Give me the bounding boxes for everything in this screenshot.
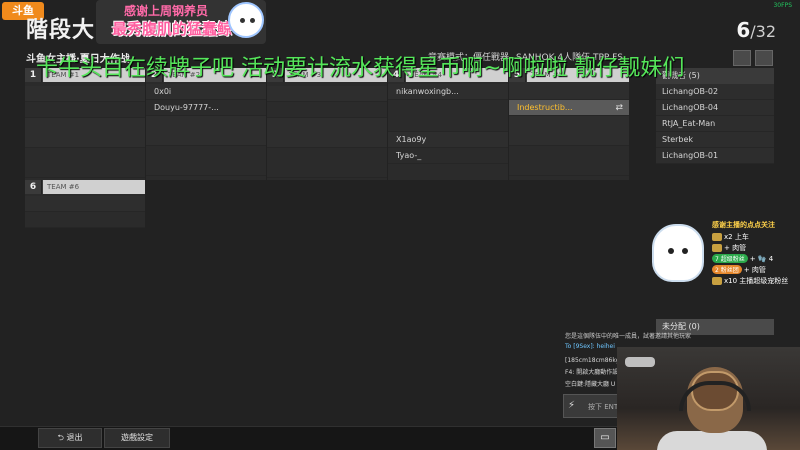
player-slot-highlighted[interactable]: Indestructib... ⇄ bbox=[509, 100, 629, 116]
lightning-icon[interactable]: ⚡ bbox=[568, 400, 575, 411]
sponsor-thanks-text: 感谢上周钢养员 bbox=[124, 4, 209, 18]
player-slot[interactable] bbox=[146, 116, 266, 146]
player-slot[interactable] bbox=[509, 146, 629, 176]
gift-title: 感谢主播的点点关注 bbox=[712, 221, 775, 229]
player-slot[interactable] bbox=[267, 118, 387, 148]
page-current: 6 bbox=[736, 18, 751, 42]
player-slot[interactable] bbox=[267, 86, 387, 102]
player-slot[interactable]: Douyu-97777-... bbox=[146, 100, 266, 116]
page-counter: 6/32 bbox=[736, 18, 776, 42]
player-slot[interactable] bbox=[25, 212, 145, 228]
mascot-icon bbox=[228, 2, 264, 38]
player-slot[interactable] bbox=[25, 86, 145, 102]
player-slot[interactable] bbox=[25, 148, 145, 178]
team-card-3[interactable]: 3 TEAM #3 bbox=[267, 68, 387, 180]
spectator-row[interactable]: LichangOB-01 bbox=[656, 148, 774, 164]
chat-whisper: To [9Sex]: heihei bbox=[565, 343, 615, 350]
gift-line: 2 粉丝团 + 肉管 bbox=[712, 265, 766, 275]
fan-badge: 2 粉丝团 bbox=[712, 265, 742, 274]
player-slot[interactable] bbox=[25, 196, 145, 212]
gift-line: x2 上车 bbox=[712, 232, 749, 242]
gift-line: 7 超级粉丝 + 🧤 4 bbox=[712, 254, 773, 263]
next-page-button[interactable] bbox=[755, 50, 773, 66]
player-slot[interactable] bbox=[388, 100, 508, 132]
team-name: TEAM #6 bbox=[43, 180, 145, 194]
prev-page-button[interactable] bbox=[733, 50, 751, 66]
chat-input[interactable]: ⚡ 按下 ENTER bbox=[563, 394, 627, 418]
webcam-feed bbox=[617, 347, 800, 450]
chat-line: 空白鍵:隱藏大廳 U bbox=[565, 381, 616, 388]
player-slot[interactable]: Tyao-_ bbox=[388, 148, 508, 164]
team-card-6[interactable]: 6 TEAM #6 bbox=[25, 180, 145, 228]
player-slot[interactable] bbox=[267, 102, 387, 118]
sponsor-name: 最秀腹肌的猛蠢鲸 bbox=[112, 20, 233, 38]
team-number: 6 bbox=[25, 180, 42, 194]
gift-icon bbox=[712, 233, 722, 241]
player-slot[interactable] bbox=[509, 82, 629, 100]
spectator-row[interactable]: LichangOB-02 bbox=[656, 84, 774, 100]
message-icon[interactable]: ▭ bbox=[594, 428, 616, 448]
mascot-icon bbox=[652, 224, 704, 282]
game-settings-button[interactable]: 遊戲設定 bbox=[104, 428, 170, 448]
spectator-row[interactable]: RtJA_Eat-Man bbox=[656, 116, 774, 132]
stage-title: 階段大 bbox=[26, 18, 96, 43]
player-slot[interactable]: nikanwoxingb... bbox=[388, 84, 508, 100]
spectator-panel: 觀戰者 (5) LichangOB-02 LichangOB-04 RtJA_E… bbox=[656, 68, 774, 164]
exit-button[interactable]: ⮌ 退出 bbox=[38, 428, 102, 448]
player-slot[interactable] bbox=[509, 116, 629, 146]
gift-line: + 肉管 bbox=[712, 243, 746, 253]
page-total: /32 bbox=[750, 22, 776, 41]
chat-line: F4: 開啟大廳動作設 bbox=[565, 369, 619, 376]
player-slot[interactable] bbox=[146, 146, 266, 176]
player-slot[interactable]: X1ao9y bbox=[388, 132, 508, 148]
team-card-2[interactable]: 2 TEAM #2 0x0i Douyu-97777-... bbox=[146, 68, 266, 180]
team-card-4[interactable]: 4 TEAM #4 nikanwoxingb... X1ao9y Tyao-_ bbox=[388, 68, 508, 180]
player-slot[interactable] bbox=[267, 148, 387, 178]
player-slot[interactable]: 0x0i bbox=[146, 84, 266, 100]
player-slot[interactable] bbox=[25, 102, 145, 118]
spectator-row[interactable]: Sterbek bbox=[656, 132, 774, 148]
gift-icon bbox=[712, 244, 722, 252]
gift-line: x10 主播超级宠粉丝 bbox=[712, 276, 788, 286]
player-name: Indestructib... bbox=[517, 103, 573, 112]
team-card-5[interactable]: 5 TEAM #5 Indestructib... ⇄ bbox=[509, 68, 629, 180]
spectator-row[interactable]: LichangOB-04 bbox=[656, 100, 774, 116]
player-slot[interactable] bbox=[25, 118, 145, 148]
fps-tag: 30FPS bbox=[773, 2, 792, 9]
swap-icon[interactable]: ⇄ bbox=[615, 100, 623, 115]
team-card-1[interactable]: 1 TEAM #1 bbox=[25, 68, 145, 180]
danmaku-comment: 卡牛头目在续牌子吧 活动要计流水获得星币啊~啊啦啦 靓仔靓妹们 bbox=[36, 56, 685, 81]
chat-system-message: 您是這個隊伍中的唯一成員，試著邀請其他玩家 bbox=[565, 333, 692, 340]
gift-icon bbox=[712, 277, 722, 285]
fan-badge: 7 超级粉丝 bbox=[712, 254, 748, 263]
